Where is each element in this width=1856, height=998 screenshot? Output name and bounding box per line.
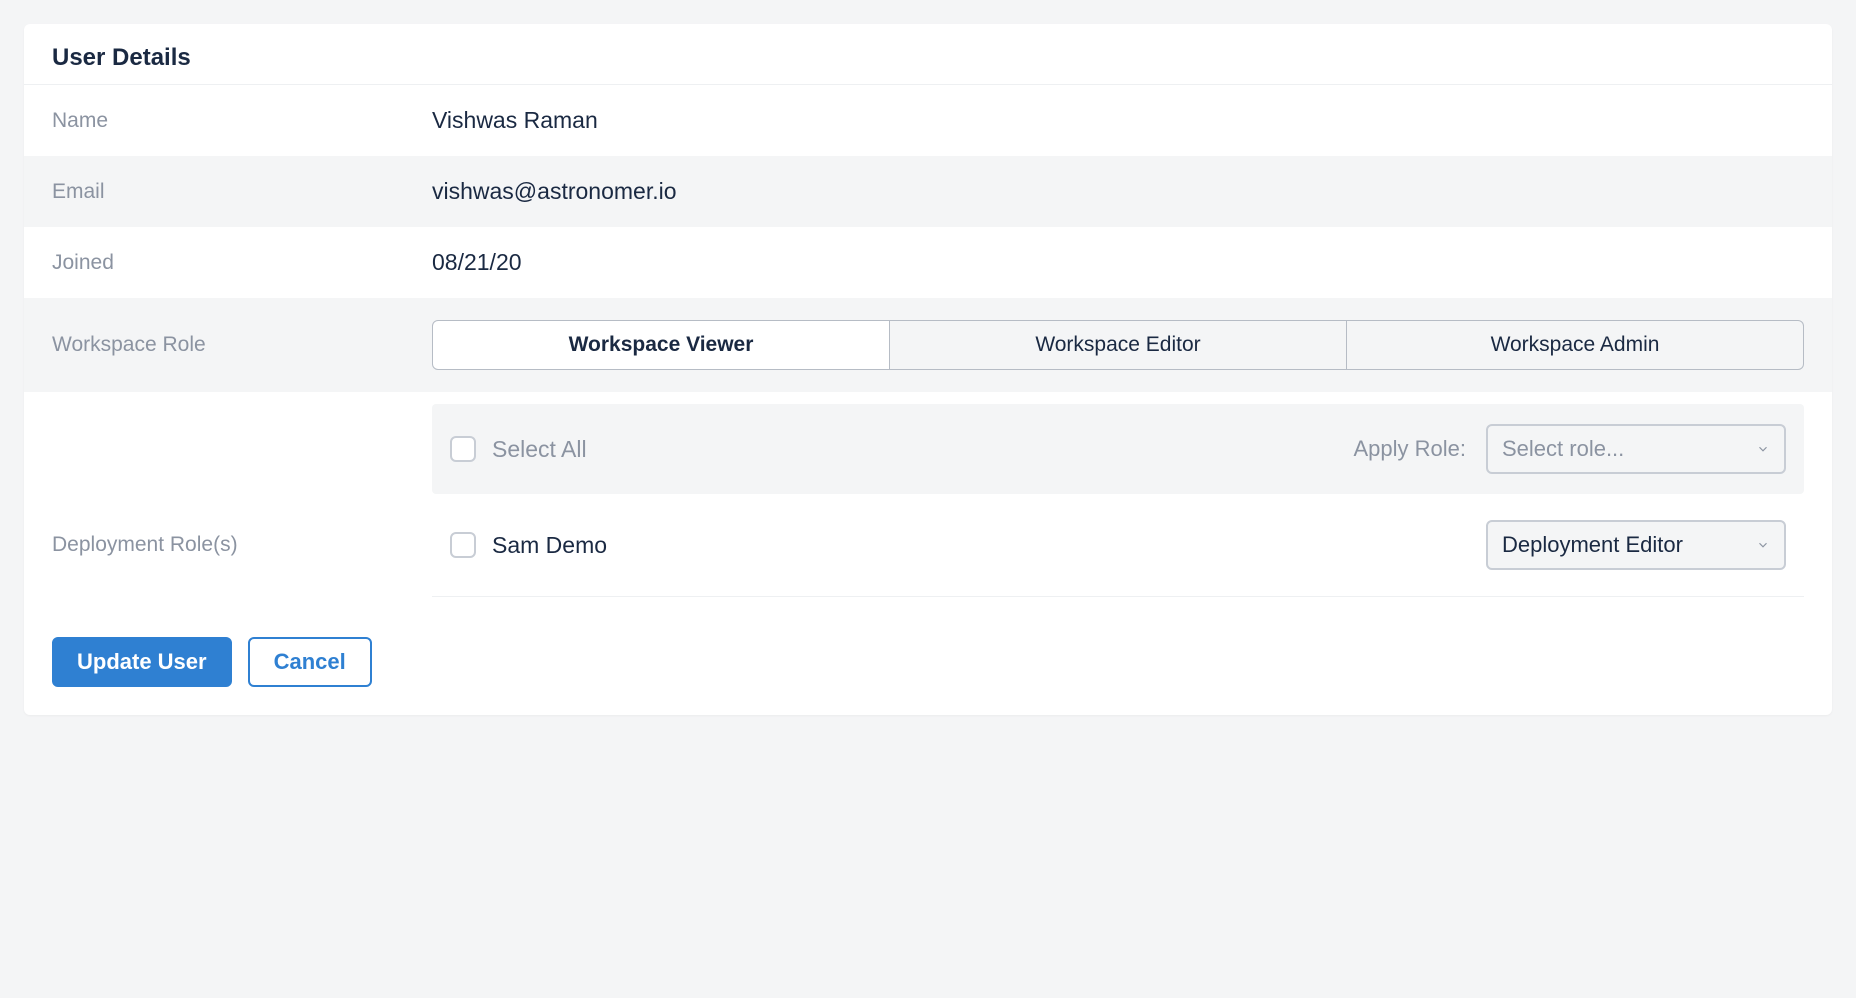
apply-role-label: Apply Role: — [1353, 436, 1466, 462]
deployment-item-role-value: Deployment Editor — [1502, 532, 1683, 558]
deployment-bulk-panel: Select All Apply Role: Select role... — [432, 404, 1804, 494]
card-title: User Details — [52, 44, 1804, 72]
row-deployment-roles: Deployment Role(s) Select All Apply Role… — [24, 392, 1832, 617]
cancel-button[interactable]: Cancel — [248, 637, 372, 687]
workspace-role-admin[interactable]: Workspace Admin — [1347, 320, 1804, 370]
deployment-item-role-select[interactable]: Deployment Editor — [1486, 520, 1786, 570]
row-name: Name Vishwas Raman — [24, 85, 1832, 156]
workspace-role-viewer[interactable]: Workspace Viewer — [432, 320, 890, 370]
workspace-role-label: Workspace Role — [52, 333, 432, 357]
email-label: Email — [52, 180, 432, 204]
row-email: Email vishwas@astronomer.io — [24, 156, 1832, 227]
deployment-roles-panel: Select All Apply Role: Select role... Sa… — [432, 404, 1804, 597]
row-workspace-role: Workspace Role Workspace Viewer Workspac… — [24, 298, 1832, 392]
workspace-role-editor[interactable]: Workspace Editor — [890, 320, 1347, 370]
name-label: Name — [52, 109, 432, 133]
joined-value: 08/21/20 — [432, 249, 1804, 276]
apply-role-select[interactable]: Select role... — [1486, 424, 1786, 474]
workspace-role-segmented: Workspace Viewer Workspace Editor Worksp… — [432, 320, 1804, 370]
chevron-down-icon — [1756, 442, 1770, 456]
chevron-down-icon — [1756, 538, 1770, 552]
user-details-card: User Details Name Vishwas Raman Email vi… — [24, 24, 1832, 715]
select-all-label: Select All — [492, 436, 587, 463]
joined-label: Joined — [52, 251, 432, 275]
apply-role-select-value: Select role... — [1502, 436, 1624, 462]
deployment-item-name: Sam Demo — [492, 532, 607, 559]
deployment-item-checkbox[interactable] — [450, 532, 476, 558]
update-user-button[interactable]: Update User — [52, 637, 232, 687]
email-value: vishwas@astronomer.io — [432, 178, 1804, 205]
card-header: User Details — [24, 24, 1832, 85]
deployment-roles-label-cell: Deployment Role(s) — [52, 404, 432, 597]
row-joined: Joined 08/21/20 — [24, 227, 1832, 298]
deployment-roles-label: Deployment Role(s) — [52, 533, 238, 557]
actions-row: Update User Cancel — [24, 617, 1832, 715]
name-value: Vishwas Raman — [432, 107, 1804, 134]
deployment-item: Sam Demo Deployment Editor — [432, 494, 1804, 597]
select-all-checkbox[interactable] — [450, 436, 476, 462]
